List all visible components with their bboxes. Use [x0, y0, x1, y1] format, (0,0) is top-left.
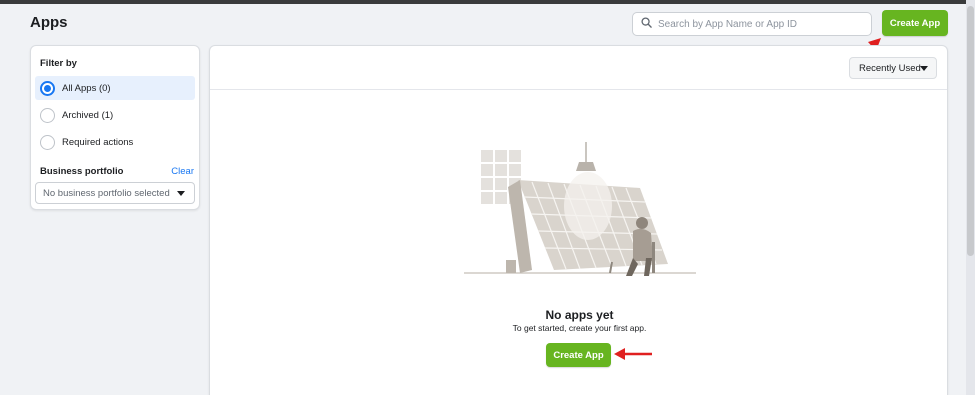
caret-down-icon: [920, 66, 928, 71]
search-box[interactable]: [632, 12, 872, 36]
filter-option-archived[interactable]: Archived (1): [35, 103, 195, 127]
business-portfolio-clear-link[interactable]: Clear: [171, 166, 194, 177]
business-portfolio-select[interactable]: No business portfolio selected: [35, 182, 195, 204]
radio-button-selected[interactable]: [40, 80, 55, 96]
top-edge-bar: [0, 0, 966, 4]
filter-panel: Filter by All Apps (0) Archived (1) Requ…: [30, 45, 200, 210]
empty-state-subtitle: To get started, create your first app.: [512, 323, 647, 333]
filter-option-required-actions[interactable]: Required actions: [35, 130, 195, 154]
window-scrollbar[interactable]: [966, 0, 975, 395]
sort-dropdown-label: Recently Used: [859, 62, 921, 74]
filter-option-all-apps[interactable]: All Apps (0): [35, 76, 195, 100]
filter-option-label: Required actions: [62, 136, 134, 148]
scrollbar-thumb[interactable]: [967, 6, 974, 256]
sort-dropdown[interactable]: Recently Used: [849, 57, 937, 79]
empty-state-illustration: [464, 142, 696, 276]
create-app-button[interactable]: Create App: [546, 343, 611, 367]
empty-state-title: No apps yet: [545, 308, 614, 322]
page-title: Apps: [30, 14, 68, 31]
main-panel-header: Recently Used: [210, 46, 947, 90]
annotation-arrow-main: [614, 348, 652, 360]
business-portfolio-label: Business portfolio: [40, 166, 124, 177]
business-portfolio-select-value: No business portfolio selected: [43, 187, 170, 199]
apps-main-panel: Recently Used No apps yet To get started…: [209, 45, 948, 395]
search-input[interactable]: [658, 18, 858, 30]
radio-button[interactable]: [40, 134, 55, 150]
filter-option-label: Archived (1): [62, 109, 114, 121]
caret-down-icon: [177, 191, 185, 196]
search-icon: [641, 15, 652, 33]
create-app-button-header[interactable]: Create App: [882, 10, 948, 36]
radio-button[interactable]: [40, 107, 55, 123]
filter-option-label: All Apps (0): [62, 82, 111, 94]
filter-title: Filter by: [40, 58, 77, 69]
